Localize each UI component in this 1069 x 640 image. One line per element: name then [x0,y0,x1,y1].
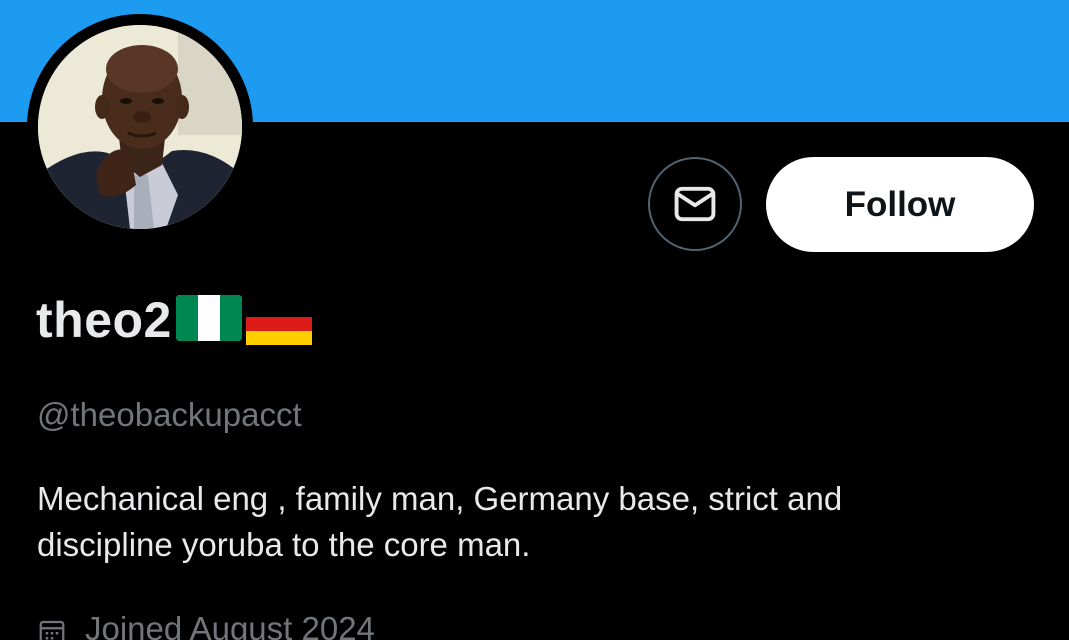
germany-flag-icon [245,302,312,350]
bio-line: discipline yoruba to the core man. [37,526,531,563]
bio-line: Mechanical eng , family man, Germany bas… [37,480,843,517]
joined-date-label: Joined August 2024 [85,610,375,640]
joined-date: Joined August 2024 [37,610,375,640]
message-button[interactable] [648,157,742,251]
avatar-photo [38,25,242,229]
follow-button-label: Follow [844,184,956,224]
display-name-row: theo2 [36,288,312,352]
calendar-icon [39,620,65,640]
display-name: theo2 [36,292,172,348]
avatar-portrait-icon [38,25,242,229]
avatar[interactable] [27,14,253,240]
envelope-icon [674,186,716,222]
profile-bio: Mechanical eng , family man, Germany bas… [37,476,1037,568]
user-handle: @theobackupacct [37,396,302,433]
follow-button[interactable]: Follow [766,157,1034,252]
nigeria-flag-icon [175,294,242,346]
profile-page: Follow theo2 @theobackupacct Mechanical … [0,0,1069,640]
